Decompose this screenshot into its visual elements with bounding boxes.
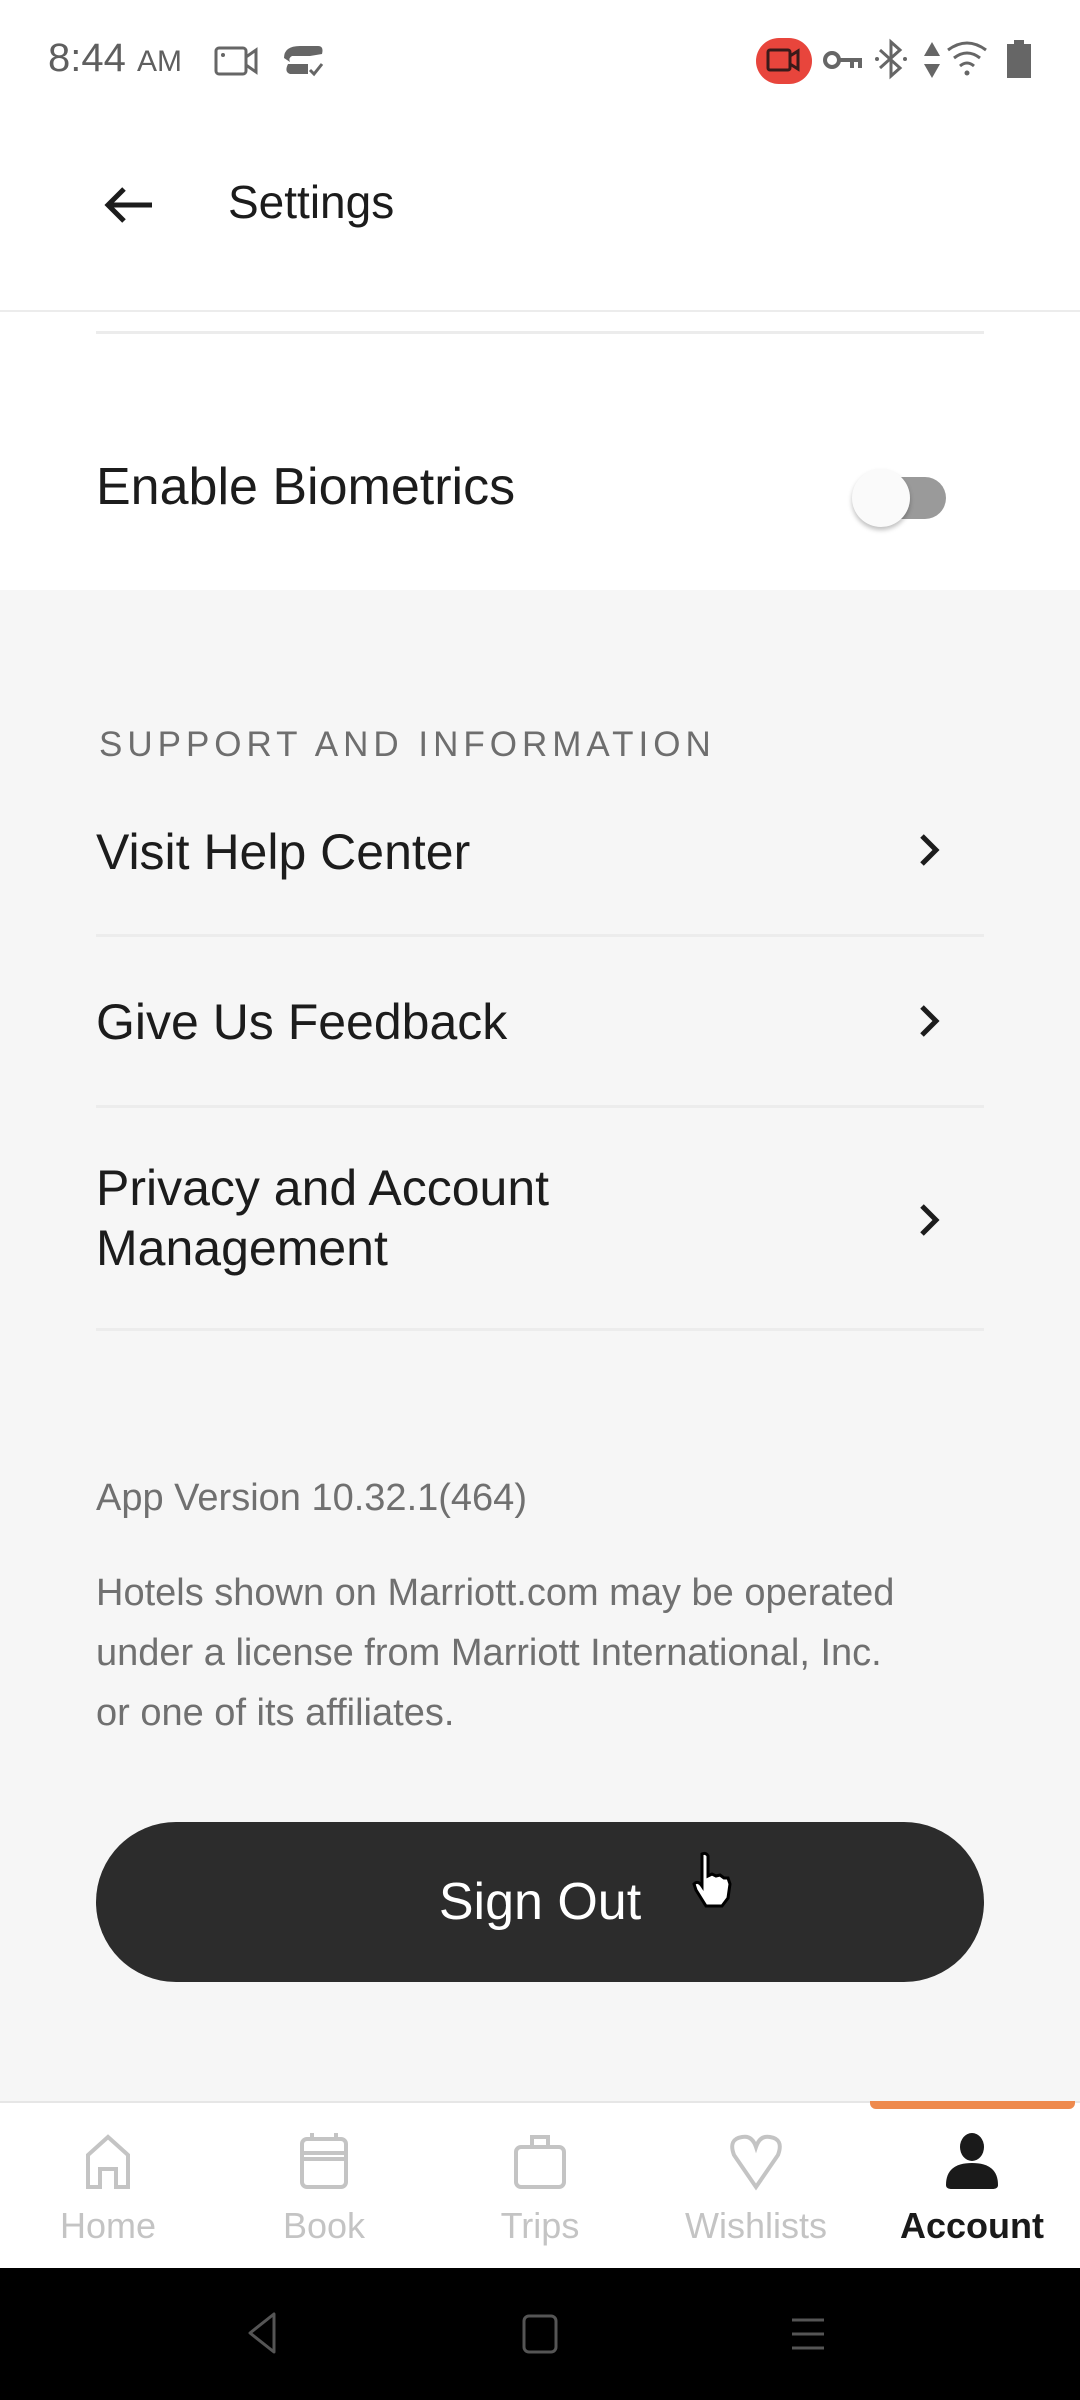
chevron-right-icon: [920, 1005, 940, 1037]
tab-label: Trips: [500, 2205, 580, 2246]
tab-label: Wishlists: [685, 2205, 827, 2246]
data-arrows-icon: [924, 42, 940, 78]
row-label: Give Us Feedback: [96, 994, 508, 1050]
suitcase-icon: [514, 2135, 566, 2189]
toggle-thumb: [852, 469, 910, 527]
divider: [96, 1328, 984, 1331]
biometrics-label: Enable Biometrics: [96, 458, 516, 516]
divider: [96, 331, 984, 334]
wifi-icon: [947, 41, 987, 76]
app-version: App Version 10.32.1(464): [96, 1477, 527, 1519]
bluetooth-icon: [875, 38, 907, 80]
status-time: 8:44 AM: [48, 36, 182, 81]
heart-icon: [730, 2134, 782, 2191]
section-heading: SUPPORT AND INFORMATION: [99, 725, 716, 764]
home-icon: [86, 2134, 130, 2189]
recording-active-icon: [756, 38, 812, 84]
security-section: [0, 312, 1080, 590]
page-title: Settings: [228, 176, 395, 228]
feedback-row[interactable]: Give Us Feedback: [96, 937, 984, 1108]
screen-record-icon: [214, 46, 258, 76]
vpn-key-icon: [823, 51, 862, 69]
chevron-right-icon: [920, 834, 940, 866]
time-text: 8:44: [48, 36, 126, 80]
home-nav-icon[interactable]: [518, 2312, 562, 2356]
tab-book[interactable]: Book: [216, 2105, 432, 2265]
privacy-account-row[interactable]: Privacy and Account Management: [96, 1108, 984, 1331]
person-icon: [946, 2133, 998, 2189]
recents-nav-icon[interactable]: [786, 2314, 830, 2354]
disclaimer-text: Hotels shown on Marriott.com may be oper…: [96, 1572, 895, 1734]
sign-out-button[interactable]: Sign Out: [96, 1822, 984, 1982]
tab-wishlists[interactable]: Wishlists: [648, 2105, 864, 2265]
hand-cursor-icon: [692, 1851, 732, 1908]
tab-label: Book: [282, 2205, 366, 2246]
row-label: Visit Help Center: [96, 824, 471, 880]
sync-icon: [284, 46, 324, 77]
tab-home[interactable]: Home: [0, 2105, 216, 2265]
tab-trips[interactable]: Trips: [432, 2105, 648, 2265]
tab-label: Account: [900, 2205, 1044, 2246]
row-label: Privacy and Account Management: [96, 1160, 550, 1276]
battery-icon: [1007, 40, 1031, 78]
chevron-right-icon: [920, 1204, 940, 1236]
tab-account[interactable]: Account: [864, 2105, 1080, 2265]
app-header: [0, 120, 1080, 313]
back-nav-icon[interactable]: [244, 2310, 284, 2356]
arrow-left-icon[interactable]: [100, 175, 160, 235]
tab-label: Home: [59, 2205, 157, 2246]
biometrics-toggle[interactable]: [850, 467, 955, 533]
ampm-text: AM: [136, 45, 182, 78]
calendar-icon: [300, 2133, 348, 2189]
help-center-row[interactable]: Visit Help Center: [96, 800, 984, 937]
